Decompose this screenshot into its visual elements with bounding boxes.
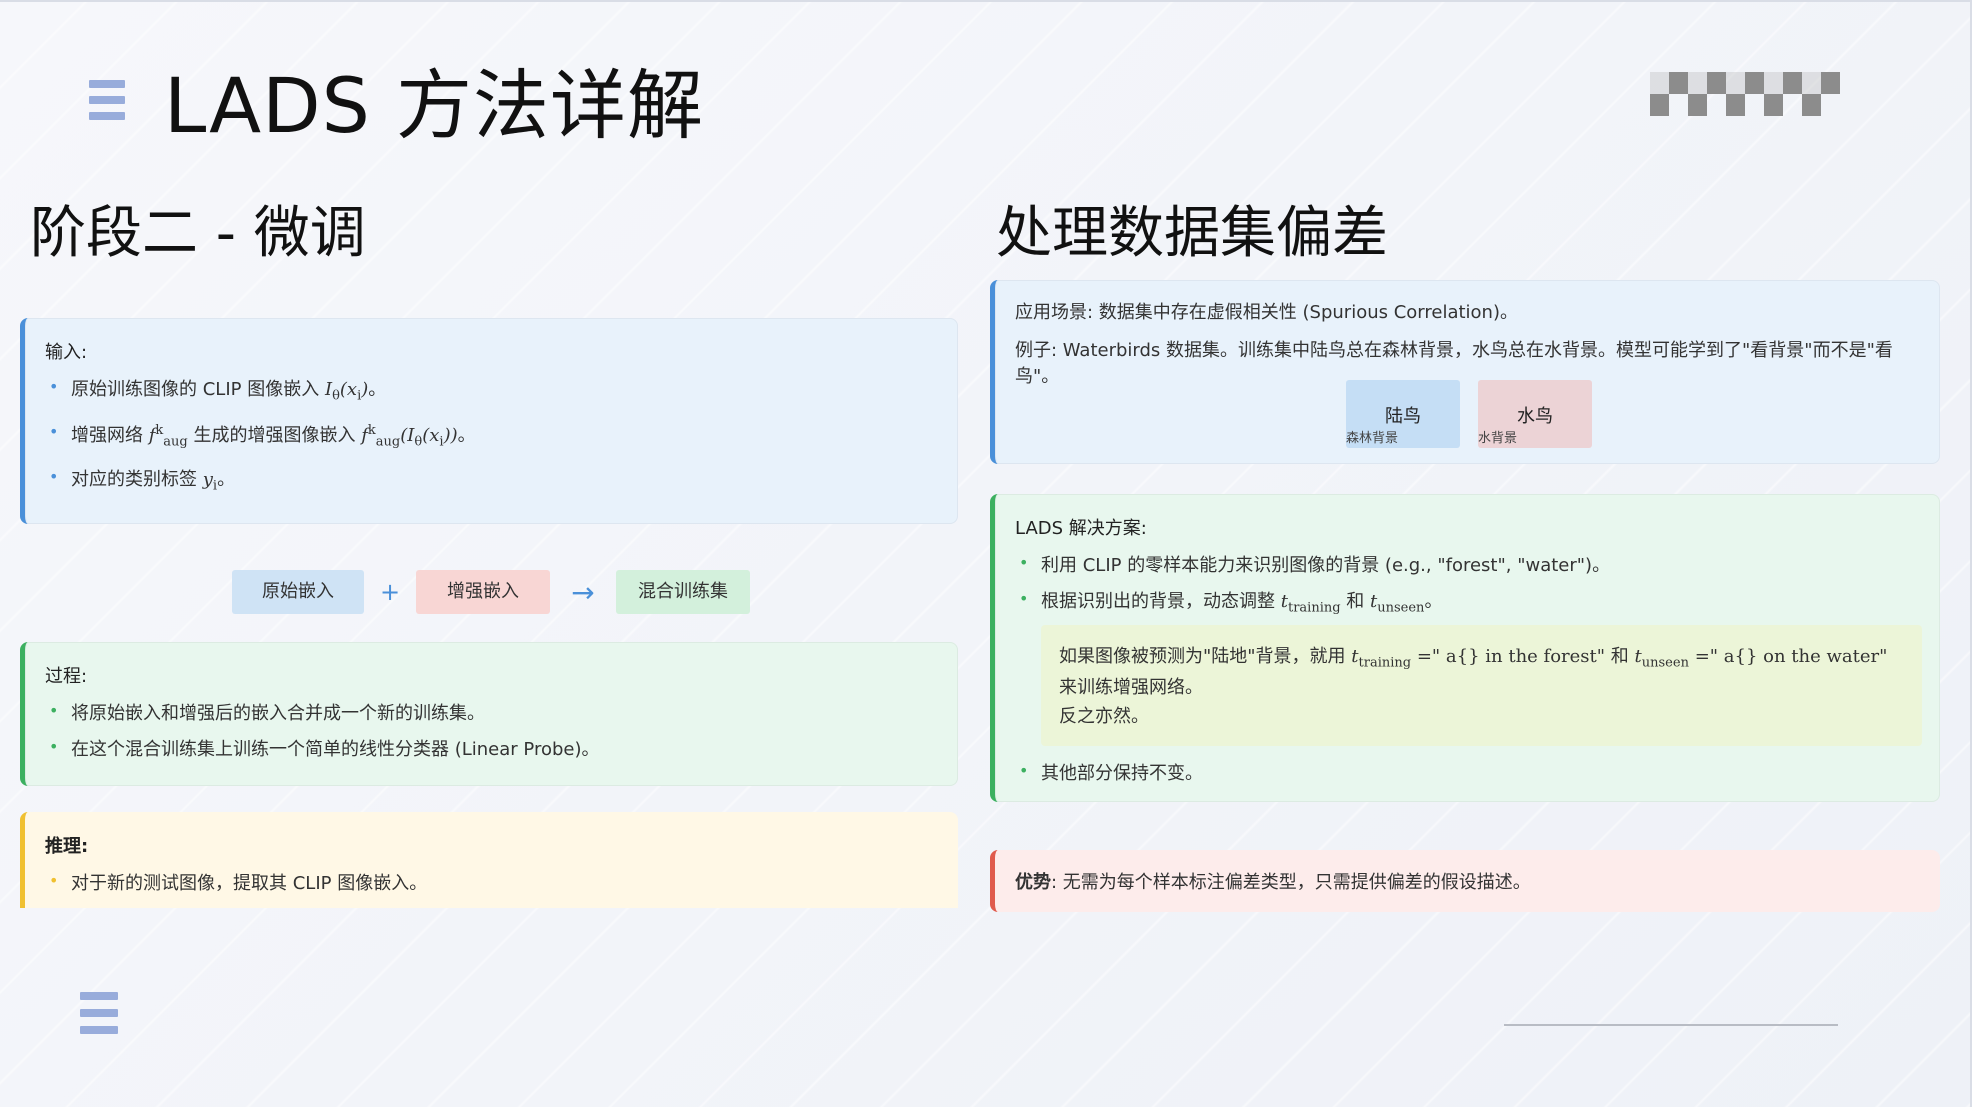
- solution-heading: LADS 解决方案:: [1015, 518, 1147, 539]
- menu-icon[interactable]: [89, 80, 125, 120]
- advantage-text: : 无需为每个样本标注偏差类型，只需提供偏差的假设描述。: [1051, 872, 1531, 893]
- menu-bar: [89, 112, 125, 120]
- plus-icon: +: [379, 578, 401, 606]
- math-expression: fkaug: [148, 422, 188, 450]
- input-list: 原始训练图像的 CLIP 图像嵌入 Iθ(xi)。 增强网络 fkaug 生成的…: [45, 375, 940, 497]
- math-expression: fkaug(Iθ(xi)): [361, 422, 458, 450]
- list-item: 根据识别出的背景，动态调整 ttraining 和 tunseen。: [1015, 587, 1922, 619]
- footer-divider: [1504, 1024, 1838, 1026]
- arrow-right-icon: →: [571, 575, 595, 609]
- process-heading: 过程:: [45, 666, 88, 687]
- solution-list-end: 其他部分保持不变。: [1015, 759, 1922, 788]
- list-item: 增强网络 fkaug 生成的增强图像嵌入 fkaug(Iθ(xi))。: [45, 420, 940, 453]
- advantage-card: 优势: 无需为每个样本标注偏差类型，只需提供偏差的假设描述。: [990, 850, 1940, 912]
- list-item: 其他部分保持不变。: [1015, 759, 1922, 788]
- right-section-title: 处理数据集偏差: [996, 201, 1388, 266]
- list-item: 将原始嵌入和增强后的嵌入合并成一个新的训练集。: [45, 699, 940, 728]
- flow-box-original: 原始嵌入: [232, 570, 364, 614]
- scenario-text: 应用场景: 数据集中存在虚假相关性 (Spurious Correlation)…: [1015, 302, 1518, 323]
- checkered-logo-icon: [1650, 72, 1840, 116]
- page-title: LADS 方法详解: [164, 61, 704, 150]
- menu-bar: [80, 1009, 118, 1017]
- solution-card: LADS 解决方案: 利用 CLIP 的零样本能力来识别图像的背景 (e.g.,…: [990, 494, 1940, 802]
- list-item: 原始训练图像的 CLIP 图像嵌入 Iθ(xi)。: [45, 375, 940, 407]
- inference-list: 对于新的测试图像，提取其 CLIP 图像嵌入。: [45, 869, 940, 898]
- math-expression: tunseen: [1370, 590, 1425, 616]
- inference-heading: 推理:: [45, 836, 89, 857]
- list-item: 对应的类别标签 yi。: [45, 465, 940, 497]
- menu-icon[interactable]: [80, 992, 118, 1034]
- solution-list: 利用 CLIP 的零样本能力来识别图像的背景 (e.g., "forest", …: [1015, 551, 1922, 619]
- bird-examples: 陆鸟 森林背景 水鸟 水背景: [1346, 380, 1592, 448]
- list-item: 对于新的测试图像，提取其 CLIP 图像嵌入。: [45, 869, 940, 898]
- water-bird-box: 水鸟 水背景: [1478, 380, 1592, 448]
- callout-note: 反之亦然。: [1059, 705, 1149, 727]
- math-expression: ttraining: [1351, 645, 1412, 671]
- flow-box-augmented: 增强嵌入: [416, 570, 550, 614]
- math-expression: tunseen: [1634, 645, 1689, 671]
- advantage-label: 优势: [1015, 872, 1051, 893]
- input-heading: 输入:: [45, 342, 88, 363]
- math-expression: Iθ(xi): [324, 379, 369, 404]
- example-callout: 如果图像被预测为"陆地"背景，就用 ttraining =" a{} in th…: [1041, 624, 1922, 746]
- list-item: 利用 CLIP 的零样本能力来识别图像的背景 (e.g., "forest", …: [1015, 551, 1922, 580]
- top-border: [0, 0, 1972, 2]
- flow-box-mixed: 混合训练集: [616, 570, 750, 614]
- process-list: 将原始嵌入和增强后的嵌入合并成一个新的训练集。 在这个混合训练集上训练一个简单的…: [45, 699, 940, 764]
- menu-bar: [80, 992, 118, 1000]
- flow-diagram: 原始嵌入 + 增强嵌入 → 混合训练集: [232, 570, 750, 614]
- left-section-title: 阶段二 - 微调: [30, 201, 366, 266]
- inference-card: 推理: 对于新的测试图像，提取其 CLIP 图像嵌入。: [20, 812, 958, 908]
- math-expression: yi: [202, 469, 218, 495]
- land-bird-box: 陆鸟 森林背景: [1346, 380, 1460, 448]
- menu-bar: [80, 1026, 118, 1034]
- process-card: 过程: 将原始嵌入和增强后的嵌入合并成一个新的训练集。 在这个混合训练集上训练一…: [20, 642, 958, 786]
- list-item: 在这个混合训练集上训练一个简单的线性分类器 (Linear Probe)。: [45, 735, 940, 764]
- math-expression: ttraining: [1280, 590, 1341, 616]
- input-card: 输入: 原始训练图像的 CLIP 图像嵌入 Iθ(xi)。 增强网络 fkaug…: [20, 318, 958, 524]
- menu-bar: [89, 96, 125, 104]
- menu-bar: [89, 80, 125, 88]
